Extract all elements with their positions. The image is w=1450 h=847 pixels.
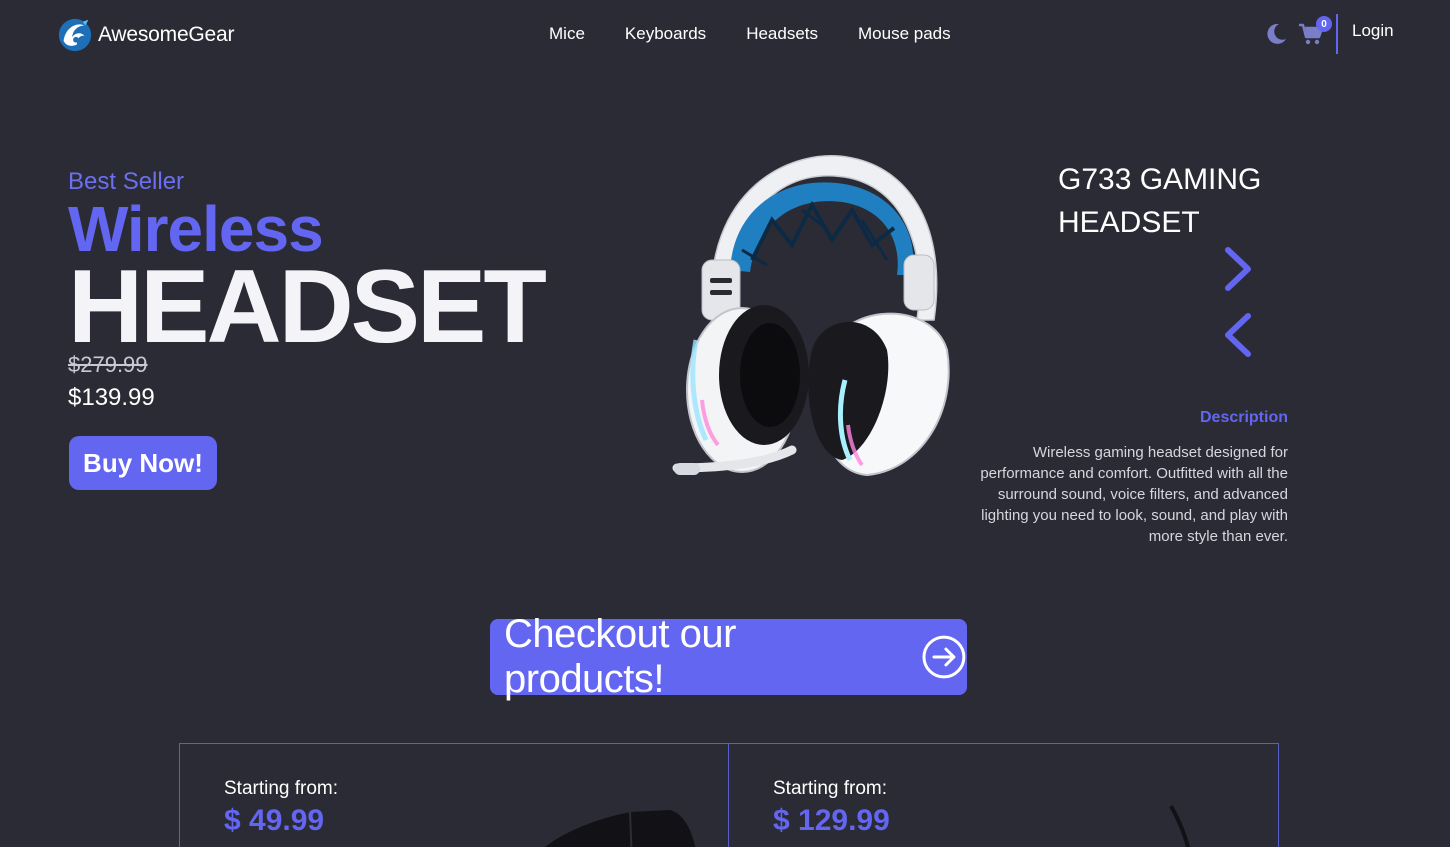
description-label: Description [1199, 409, 1288, 426]
nav-link-headsets[interactable]: Headsets [746, 24, 818, 44]
product-headset-image [672, 155, 950, 477]
nav-link-keyboards[interactable]: Keyboards [625, 24, 706, 44]
nav-actions: 0 Login [1264, 12, 1394, 56]
moon-icon[interactable] [1264, 22, 1288, 46]
cart-button[interactable]: 0 [1298, 16, 1332, 46]
sale-price: $139.99 [68, 384, 155, 411]
hero-title-line2: HEADSET [68, 249, 547, 365]
cta-label: Checkout our products! [504, 612, 736, 701]
main-menu: Mice Keyboards Headsets Mouse pads [549, 24, 951, 44]
product-name: G733 GAMING HEADSET [1058, 163, 1262, 239]
mouse-thumbnail-image [545, 810, 696, 847]
card-price: $ 129.99 [773, 804, 890, 837]
top-navbar: AwesomeGear Mice Keyboards Headsets Mous… [0, 0, 1450, 72]
card-label: Starting from: [773, 778, 888, 799]
nav-divider [1336, 14, 1338, 54]
nav-link-mice[interactable]: Mice [549, 24, 585, 44]
category-card[interactable]: Starting from: $ 49.99 [179, 743, 729, 847]
arrow-right-circle-icon [922, 635, 966, 679]
login-link[interactable]: Login [1352, 21, 1394, 41]
card-label: Starting from: [224, 778, 339, 799]
product-description: Wireless gaming headset designed for per… [980, 444, 1288, 545]
category-card[interactable]: Starting from: $ 129.99 [729, 743, 1279, 847]
chevron-right-icon[interactable] [1218, 246, 1258, 292]
checkout-products-button[interactable]: Checkout our products! [490, 612, 967, 701]
brand-name: AwesomeGear [98, 23, 235, 46]
buy-now-button[interactable]: Buy Now! [69, 436, 217, 490]
cart-count-badge: 0 [1316, 16, 1332, 32]
awesomegear-logo-icon [58, 18, 92, 52]
headset-thumbnail-image [1169, 805, 1190, 847]
old-price: $279.99 [68, 352, 148, 377]
brand-link[interactable]: AwesomeGear [56, 16, 235, 54]
card-price: $ 49.99 [224, 804, 325, 837]
nav-link-mouse-pads[interactable]: Mouse pads [858, 24, 951, 44]
category-cards: Starting from: $ 49.99 Starting from: $ … [179, 743, 1279, 847]
chevron-left-icon[interactable] [1218, 312, 1258, 358]
